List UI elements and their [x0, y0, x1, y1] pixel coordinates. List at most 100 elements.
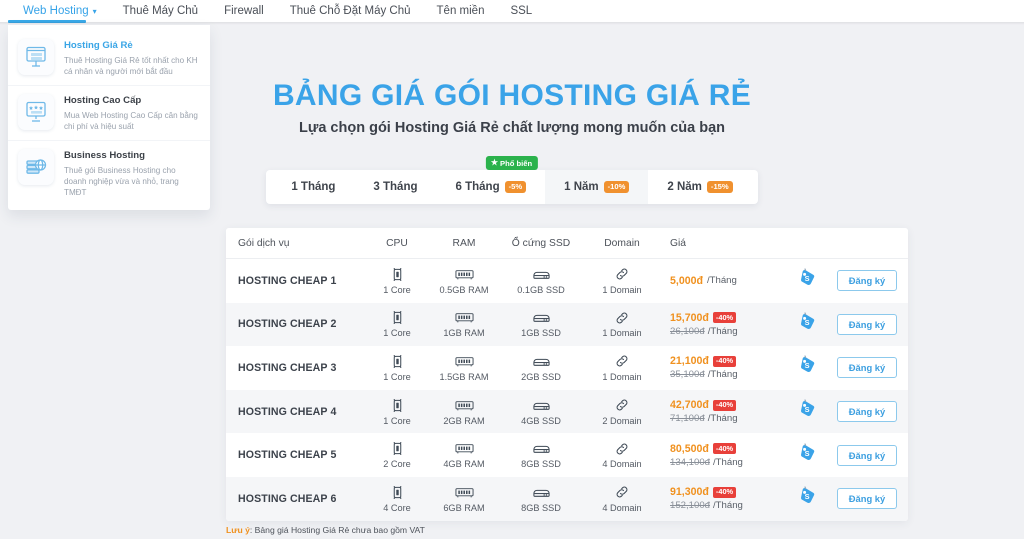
nav-item-ten-mien[interactable]: Tên miền: [424, 0, 498, 22]
cpu-chip-icon: [391, 354, 404, 369]
cell-promo-tag[interactable]: S: [788, 355, 826, 380]
cell-domain: 1 Domain: [582, 354, 662, 382]
vat-note: Lưu ý: Bảng giá Hosting Giá Rẻ chưa bao …: [226, 525, 425, 535]
cell-ssd-value: 4GB SSD: [521, 416, 561, 426]
register-button[interactable]: Đăng ký: [837, 445, 897, 466]
cell-price: 5,000đ/Tháng: [662, 275, 788, 287]
nav-item-label: Web Hosting: [23, 0, 89, 22]
nav-item-thue-may-chu[interactable]: Thuê Máy Chủ: [110, 0, 211, 22]
svg-text:S: S: [805, 405, 810, 414]
price-original-line: 35,100đ/Tháng: [670, 369, 738, 380]
ssd-disk-icon: [532, 398, 551, 413]
price-tag-icon[interactable]: S: [798, 486, 816, 511]
price-tag-icon[interactable]: S: [798, 312, 816, 337]
discount-badge: -40%: [713, 356, 736, 367]
cell-promo-tag[interactable]: S: [788, 486, 826, 511]
cell-promo-tag[interactable]: S: [788, 312, 826, 337]
cell-cpu-value: 1 Core: [383, 328, 411, 338]
cell-package-name: HOSTING CHEAP 1: [226, 275, 366, 287]
cpu-chip-icon: [391, 441, 404, 456]
ram-stick-icon: [455, 310, 474, 325]
price-unit: /Tháng: [708, 326, 738, 337]
price-original-line: 134,100đ/Tháng: [670, 457, 743, 468]
tab-6-thang[interactable]: 6 Tháng -5%: [437, 170, 546, 204]
tab-label: 3 Tháng: [373, 181, 417, 193]
price-unit: /Tháng: [713, 500, 743, 511]
cell-domain: 4 Domain: [582, 485, 662, 513]
price-tag-icon[interactable]: S: [798, 355, 816, 380]
nav-item-thue-cho-dat-may-chu[interactable]: Thuê Chỗ Đặt Máy Chủ: [277, 0, 424, 22]
dropdown-item-desc: Thuê Hosting Giá Rẻ tốt nhất cho KH cá n…: [64, 55, 200, 77]
nav-item-ssl[interactable]: SSL: [497, 0, 545, 22]
tab-1-nam[interactable]: ★ Phổ biến 1 Năm -10%: [545, 170, 648, 204]
cell-ram-value: 0.5GB RAM: [439, 285, 488, 295]
link-chain-icon: [615, 485, 629, 500]
cell-price: 15,700đ-40%26,100đ/Tháng: [662, 312, 788, 337]
page-root: Web Hosting ▾ Thuê Máy Chủ Firewall Thuê…: [0, 0, 1024, 539]
price-original-line: 71,100đ/Tháng: [670, 413, 738, 424]
price-tag-icon[interactable]: S: [798, 443, 816, 468]
tab-label: 1 Tháng: [291, 181, 335, 193]
cell-cpu-value: 1 Core: [383, 285, 411, 295]
cell-domain: 1 Domain: [582, 267, 662, 295]
cell-package-name: HOSTING CHEAP 5: [226, 449, 366, 461]
cell-ram: 2GB RAM: [428, 398, 500, 426]
cell-package-name: HOSTING CHEAP 4: [226, 406, 366, 418]
price-original: 35,100đ: [670, 369, 705, 380]
cpu-chip-icon: [391, 310, 404, 325]
price-tag-icon[interactable]: S: [798, 399, 816, 424]
tab-3-thang[interactable]: 3 Tháng: [354, 170, 436, 204]
link-chain-icon: [615, 441, 629, 456]
ssd-disk-icon: [532, 354, 551, 369]
column-header-package: Gói dịch vụ: [226, 238, 366, 249]
table-row: HOSTING CHEAP 31 Core1.5GB RAM2GB SSD1 D…: [226, 346, 908, 390]
price-unit: /Tháng: [713, 457, 743, 468]
table-row: HOSTING CHEAP 41 Core2GB RAM4GB SSD2 Dom…: [226, 390, 908, 434]
cell-ssd-value: 0.1GB SSD: [517, 285, 565, 295]
register-button[interactable]: Đăng ký: [837, 357, 897, 378]
register-button[interactable]: Đăng ký: [837, 401, 897, 422]
register-button[interactable]: Đăng ký: [837, 270, 897, 291]
price-tag-icon[interactable]: S: [798, 268, 816, 293]
tab-2-nam[interactable]: 2 Năm -15%: [648, 170, 751, 204]
link-chain-icon: [615, 267, 629, 282]
dropdown-item-text: Hosting Giá Rẻ Thuê Hosting Giá Rẻ tốt n…: [64, 39, 200, 77]
cell-promo-tag[interactable]: S: [788, 399, 826, 424]
price-current: 80,500đ: [670, 443, 709, 455]
register-button[interactable]: Đăng ký: [837, 314, 897, 335]
register-button[interactable]: Đăng ký: [837, 488, 897, 509]
price-unit: /Tháng: [708, 413, 738, 424]
link-chain-icon: [615, 354, 629, 369]
cell-ram: 0.5GB RAM: [428, 267, 500, 295]
svg-text:S: S: [805, 492, 810, 501]
package-name: HOSTING CHEAP 4: [238, 406, 336, 418]
package-name: HOSTING CHEAP 2: [238, 318, 336, 330]
cell-domain-value: 1 Domain: [602, 372, 641, 382]
cell-action: Đăng ký: [826, 445, 908, 466]
cell-ram-value: 4GB RAM: [443, 459, 484, 469]
cell-domain-value: 4 Domain: [602, 459, 641, 469]
popular-badge-label: Phổ biến: [500, 159, 532, 168]
cell-promo-tag[interactable]: S: [788, 268, 826, 293]
cell-ram: 1.5GB RAM: [428, 354, 500, 382]
tab-1-thang[interactable]: 1 Tháng: [272, 170, 354, 204]
column-header-domain: Domain: [582, 238, 662, 249]
nav-item-web-hosting[interactable]: Web Hosting ▾: [10, 0, 110, 22]
nav-item-firewall[interactable]: Firewall: [211, 0, 277, 22]
cell-promo-tag[interactable]: S: [788, 443, 826, 468]
cell-domain-value: 2 Domain: [602, 416, 641, 426]
link-chain-icon: [615, 310, 629, 325]
cell-ram-value: 6GB RAM: [443, 503, 484, 513]
ram-stick-icon: [455, 441, 474, 456]
vat-note-text: : Bảng giá Hosting Giá Rẻ chưa bao gồm V…: [250, 525, 425, 535]
cell-ssd: 1GB SSD: [500, 310, 582, 338]
ram-stick-icon: [455, 485, 474, 500]
cpu-chip-icon: [391, 398, 404, 413]
cell-package-name: HOSTING CHEAP 6: [226, 493, 366, 505]
column-header-ram: RAM: [428, 238, 500, 249]
cell-domain: 4 Domain: [582, 441, 662, 469]
column-header-price: Giá: [662, 238, 788, 249]
svg-text:S: S: [805, 362, 810, 371]
cell-package-name: HOSTING CHEAP 3: [226, 362, 366, 374]
tab-discount-badge: -5%: [505, 181, 527, 193]
